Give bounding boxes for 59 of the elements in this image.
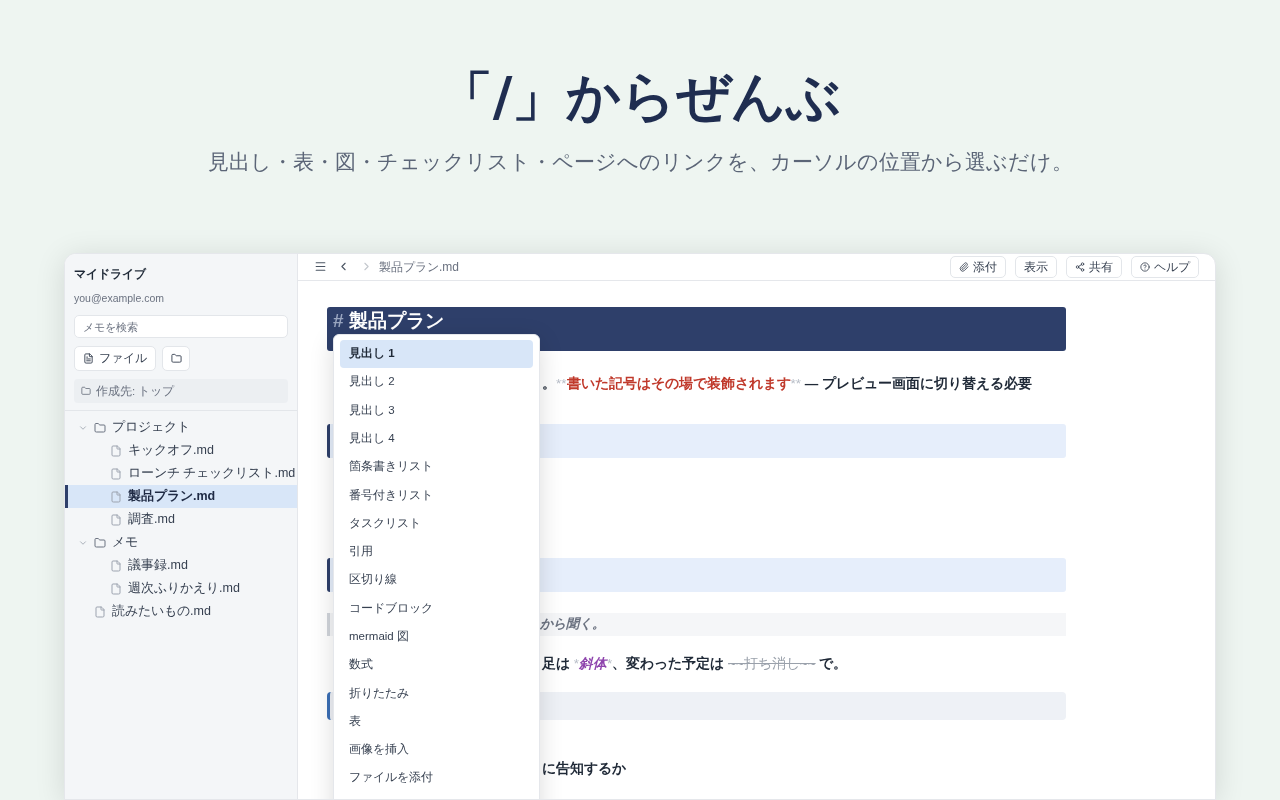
folder-item[interactable]: プロジェクト — [65, 416, 297, 440]
file-item[interactable]: キックオフ.md — [65, 439, 297, 463]
menu-item[interactable]: mermaid 図 — [340, 622, 533, 651]
file-icon — [110, 559, 122, 572]
file-icon — [110, 490, 122, 503]
paragraph-text: に告知するか — [542, 759, 626, 778]
menu-item[interactable]: ファイルを添付 — [340, 763, 533, 793]
menu-item[interactable]: 見出し 2 — [340, 367, 533, 397]
menu-item[interactable]: 番号付きリスト — [340, 481, 533, 510]
paragraph-text: 。**書いた記号はその場で装飾されます** — プレビュー画面に切り替える必要 — [542, 374, 1033, 393]
file-icon — [110, 467, 122, 480]
hero-title: 「/」からぜんぶ — [438, 64, 842, 130]
folder-icon — [170, 353, 182, 365]
file-item[interactable]: 調査.md — [65, 508, 297, 532]
menu-item[interactable]: 見出し 1 — [340, 339, 533, 368]
share-icon — [1075, 261, 1085, 272]
folder-item[interactable]: メモ — [65, 531, 297, 555]
file-icon — [83, 353, 94, 365]
folder-icon — [94, 421, 106, 434]
menu-item[interactable]: 区切り線 — [340, 565, 533, 595]
heading-text: # 製品プラン — [333, 308, 444, 333]
attach-icon — [959, 261, 969, 272]
menu-item[interactable]: 数式 — [340, 650, 533, 680]
file-item[interactable]: ローンチ チェックリスト.md — [65, 462, 297, 486]
quote-text: から聞く。 — [540, 615, 605, 634]
menu-icon[interactable] — [314, 260, 327, 273]
toolbar-button[interactable]: 表示 — [1015, 255, 1057, 278]
file-icon — [110, 444, 122, 457]
file-icon — [94, 605, 106, 618]
toolbar-button[interactable]: 添付 — [950, 255, 1006, 278]
menu-item[interactable]: 見出し 4 — [340, 424, 533, 453]
menu-item[interactable]: 画像を挿入 — [340, 735, 533, 764]
help-icon — [1140, 261, 1150, 272]
paragraph-text: 足は *斜体*、変わった予定は ~~打ち消し~~ で。 — [542, 654, 848, 673]
file-item[interactable]: 議事録.md — [65, 554, 297, 578]
menu-item[interactable]: 引用 — [340, 537, 533, 566]
search-field[interactable]: メモを検索 — [74, 315, 288, 339]
menu-item[interactable]: 見出し 3 — [340, 396, 533, 425]
folder-icon — [81, 386, 91, 397]
toolbar-button[interactable]: ヘルプ — [1131, 255, 1199, 278]
menu-item[interactable]: 折りたたみ — [340, 679, 533, 708]
drive-title: マイドライブ — [74, 265, 148, 283]
breadcrumb: 製品プラン.md — [379, 258, 459, 276]
hero-subtitle: 見出し・表・図・チェックリスト・ページへのリンクを、カーソルの位置から選ぶだけ。 — [207, 149, 1073, 175]
file-icon — [110, 513, 122, 526]
file-item[interactable]: 製品プラン.md — [65, 485, 297, 509]
file-icon — [110, 582, 122, 595]
account-email: you@example.com — [74, 290, 166, 306]
toolbar-button[interactable]: 共有 — [1066, 255, 1122, 278]
folder-icon — [94, 536, 106, 549]
menu-item[interactable]: タスクリスト — [340, 509, 533, 538]
destination-label: 作成先: トップ — [96, 383, 175, 399]
menu-item[interactable]: 表 — [340, 707, 533, 736]
new-folder-button[interactable] — [162, 346, 190, 372]
menu-item[interactable]: コードブロック — [340, 594, 533, 623]
file-item[interactable]: 読みたいもの.md — [65, 600, 297, 624]
file-item[interactable]: 週次ふりかえり.md — [65, 577, 297, 601]
new-file-button[interactable]: ファイル — [74, 346, 156, 372]
menu-item[interactable]: 箇条書きリスト — [340, 452, 533, 481]
